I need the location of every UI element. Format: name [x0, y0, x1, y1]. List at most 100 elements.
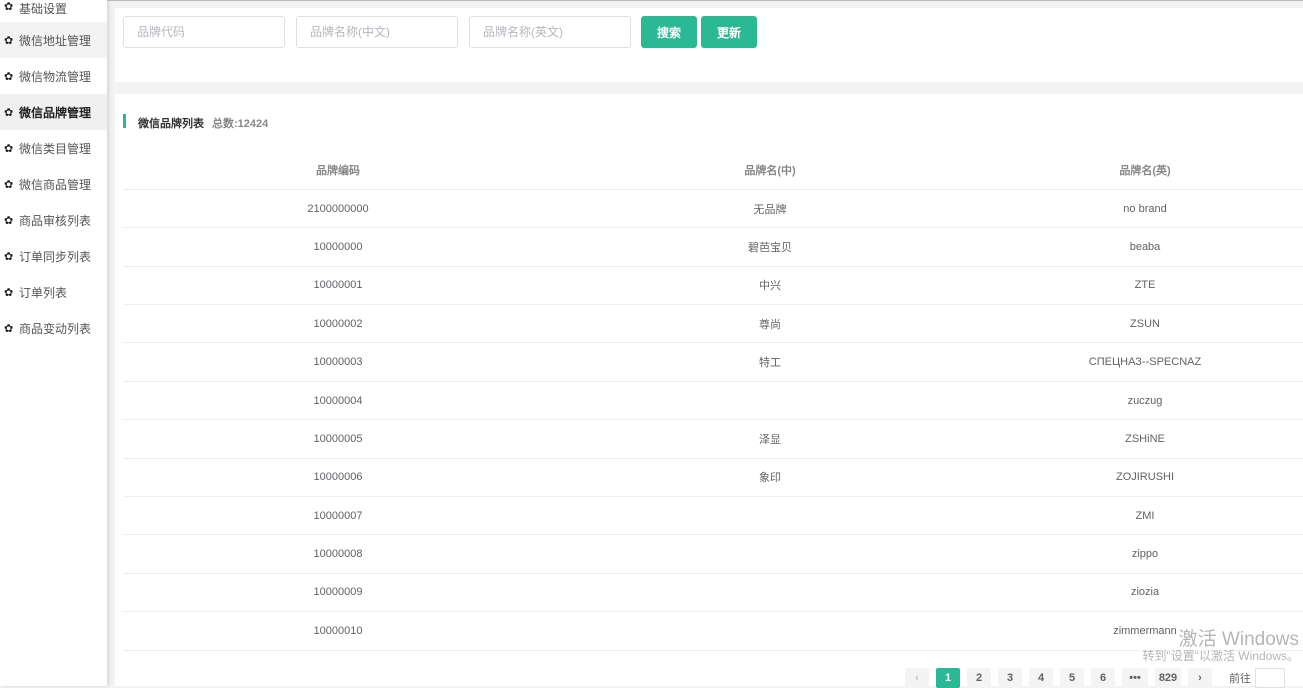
goto-label: 前往 — [1229, 673, 1251, 685]
search-panel: 搜索 更新 — [115, 8, 1303, 82]
brand-table: 品牌编码 品牌名(中) 品牌名(英) 2100000000 无品牌 no brand… — [123, 151, 1303, 651]
sidebar-item-label: 微信商品管理 — [19, 177, 92, 192]
sidebar-item[interactable]: ✿ 微信物流管理 — [0, 58, 107, 94]
brand-code-cell: 10000002 — [123, 304, 553, 344]
brand-name-cn-cell — [553, 534, 987, 574]
brand-name-cn-cell: 泽显 — [553, 419, 987, 459]
sidebar-item-label: 微信类目管理 — [19, 141, 92, 156]
brand-name-cn-cell — [553, 496, 987, 536]
page-button[interactable]: 5 — [1060, 668, 1084, 688]
sidebar-item-label: 订单列表 — [19, 285, 68, 300]
gear-icon: ✿ — [4, 250, 14, 263]
gear-icon: ✿ — [4, 142, 14, 155]
table-row: 2100000000 无品牌 no brand — [123, 189, 1303, 229]
brand-name-cn-cell: 尊尚 — [553, 304, 987, 344]
brand-name-en-cell: ZSUN — [987, 304, 1303, 344]
page-button[interactable]: 2 — [967, 668, 991, 688]
table-row: 10000002 尊尚 ZSUN — [123, 304, 1303, 344]
goto-page-input[interactable] — [1255, 668, 1285, 688]
list-title: 微信品牌列表 — [138, 118, 204, 130]
brand-name-cn-cell — [553, 381, 987, 421]
page-button[interactable]: 829 — [1155, 668, 1181, 688]
sidebar-item-label: 微信物流管理 — [19, 69, 92, 84]
brand-name-cn-cell: 特工 — [553, 342, 987, 382]
gear-icon: ✿ — [4, 106, 14, 119]
brand-code-input[interactable] — [123, 16, 285, 48]
brand-name-en-cell: ZMI — [987, 496, 1303, 536]
sidebar: ✿ 基础设置 ✿ 微信地址管理 ✿ 微信物流管理 ✿ 微信品牌管理 ✿ 微信类目管理 ✿ 微信商品管理… — [0, 0, 107, 686]
sidebar-item-label: 订单同步列表 — [19, 249, 92, 264]
sidebar-item[interactable]: ✿ 订单列表 — [0, 274, 107, 310]
table-row: 10000004 zuczug — [123, 381, 1303, 421]
brand-code-cell: 10000001 — [123, 266, 553, 306]
column-header-name-cn: 品牌名(中) — [553, 151, 987, 190]
sidebar-item[interactable]: ✿ 基础设置 — [0, 0, 107, 22]
brand-code-cell: 10000004 — [123, 381, 553, 421]
sidebar-item-label: 微信品牌管理 — [19, 105, 92, 120]
brand-name-en-cell: ziozia — [987, 573, 1303, 613]
brand-name-cn-cell — [553, 611, 987, 651]
next-page-button[interactable]: › — [1188, 668, 1212, 688]
sidebar-item-label: 商品审核列表 — [19, 213, 92, 228]
page-button[interactable]: 6 — [1091, 668, 1115, 688]
gear-icon: ✿ — [4, 214, 14, 227]
table-row: 10000008 zippo — [123, 534, 1303, 574]
brand-name-cn-cell: 中兴 — [553, 266, 987, 306]
gear-icon: ✿ — [4, 286, 14, 299]
table-row: 10000000 碧芭宝贝 beaba — [123, 227, 1303, 267]
brand-code-cell: 10000009 — [123, 573, 553, 613]
pagination: ‹ 1 2 3 4 5 6 ••• 829 › 前往 — [905, 668, 1285, 688]
sidebar-item[interactable]: ✿ 微信地址管理 — [0, 22, 107, 58]
search-button[interactable]: 搜索 — [641, 16, 697, 48]
sidebar-item[interactable]: ✿ 微信品牌管理 — [0, 94, 107, 130]
page-button[interactable]: 1 — [936, 668, 960, 688]
table-row: 10000005 泽显 ZSHiNE — [123, 419, 1303, 459]
sidebar-item[interactable]: ✿ 微信商品管理 — [0, 166, 107, 202]
gear-icon: ✿ — [4, 70, 14, 83]
column-header-name-en: 品牌名(英) — [987, 151, 1303, 190]
brand-code-cell: 10000005 — [123, 419, 553, 459]
table-row: 10000010 zimmermann — [123, 611, 1303, 651]
brand-code-cell: 10000008 — [123, 534, 553, 574]
page-button[interactable]: 4 — [1029, 668, 1053, 688]
gear-icon: ✿ — [4, 34, 14, 47]
brand-name-cn-cell: 象印 — [553, 458, 987, 498]
brand-name-cn-cell: 碧芭宝贝 — [553, 227, 987, 267]
prev-page-button[interactable]: ‹ — [905, 668, 929, 688]
brand-code-cell: 10000007 — [123, 496, 553, 536]
brand-name-cn-cell: 无品牌 — [553, 189, 987, 229]
brand-name-cn-input[interactable] — [296, 16, 458, 48]
table-row: 10000006 象印 ZOJIRUSHI — [123, 458, 1303, 498]
brand-name-cn-cell — [553, 573, 987, 613]
sidebar-item-label: 微信地址管理 — [19, 33, 92, 48]
brand-name-en-cell: zimmermann — [987, 611, 1303, 651]
sidebar-item[interactable]: ✿ 订单同步列表 — [0, 238, 107, 274]
refresh-button[interactable]: 更新 — [701, 16, 757, 48]
brand-name-en-cell: zippo — [987, 534, 1303, 574]
sidebar-item[interactable]: ✿ 商品审核列表 — [0, 202, 107, 238]
brand-code-cell: 10000006 — [123, 458, 553, 498]
gear-icon: ✿ — [4, 178, 14, 191]
sidebar-item[interactable]: ✿ 商品变动列表 — [0, 310, 107, 346]
window-top-border — [0, 0, 1303, 1]
gear-icon: ✿ — [4, 322, 14, 335]
brand-name-en-cell: ZOJIRUSHI — [987, 458, 1303, 498]
brand-name-en-cell: zuczug — [987, 381, 1303, 421]
table-row: 10000001 中兴 ZTE — [123, 266, 1303, 306]
brand-name-en-cell: СПЕЦНАЗ--SPECNAZ — [987, 342, 1303, 382]
brand-name-en-cell: beaba — [987, 227, 1303, 267]
brand-code-cell: 2100000000 — [123, 189, 553, 229]
brand-code-cell: 10000010 — [123, 611, 553, 651]
table-row: 10000009 ziozia — [123, 573, 1303, 613]
page-button[interactable]: ••• — [1122, 668, 1148, 688]
column-header-code: 品牌编码 — [123, 151, 553, 190]
sidebar-item[interactable]: ✿ 微信类目管理 — [0, 130, 107, 166]
list-header: 微信品牌列表 总数:12424 — [123, 114, 268, 130]
page-button[interactable]: 3 — [998, 668, 1022, 688]
brand-name-en-input[interactable] — [469, 16, 631, 48]
brand-list-panel: 微信品牌列表 总数:12424 品牌编码 品牌名(中) 品牌名(英) 21000… — [115, 94, 1303, 688]
goto-page: 前往 — [1229, 668, 1285, 688]
table-row: 10000007 ZMI — [123, 496, 1303, 536]
brand-code-cell: 10000003 — [123, 342, 553, 382]
table-row: 10000003 特工 СПЕЦНАЗ--SPECNAZ — [123, 342, 1303, 382]
